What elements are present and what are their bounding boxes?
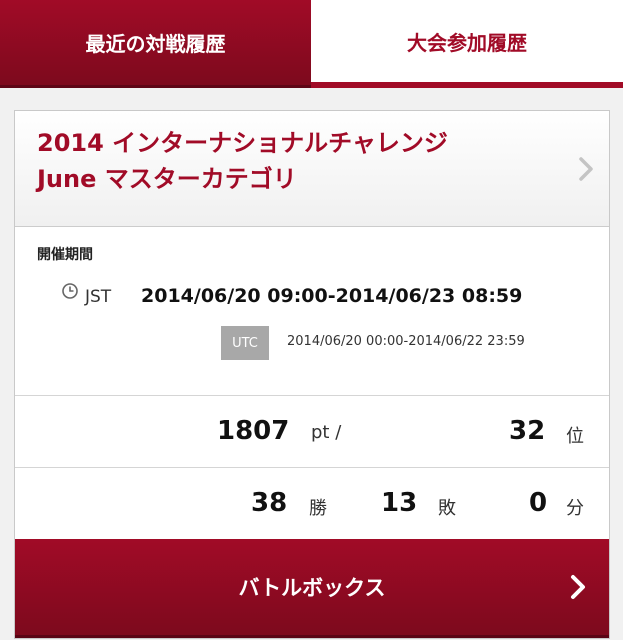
tournament-title-line1: 2014 インターナショナルチャレンジ: [37, 129, 448, 157]
rank-value: 32: [509, 416, 546, 446]
losses-value: 13: [381, 488, 418, 518]
chevron-right-icon: [579, 157, 593, 181]
rank-unit: 位: [566, 426, 584, 447]
chevron-right-icon: [571, 575, 585, 599]
wins-unit: 勝: [309, 498, 327, 519]
points-unit: pt /: [311, 422, 342, 443]
tab-recent-battles[interactable]: 最近の対戦履歴: [0, 0, 311, 88]
jst-label: JST: [85, 287, 112, 307]
win-loss-row: 38 勝 13 敗 0 分: [15, 467, 609, 540]
tournament-header-link[interactable]: 2014 インターナショナルチャレンジ June マスターカテゴリ: [15, 111, 609, 227]
utc-period: 2014/06/20 00:00-2014/06/22 23:59: [287, 334, 525, 349]
battle-box-button[interactable]: バトルボックス: [15, 539, 609, 638]
losses-unit: 敗: [438, 498, 456, 519]
battle-box-label: バトルボックス: [238, 576, 386, 600]
period-label: 開催期間: [37, 247, 93, 263]
points-rank-row: 1807 pt / 32 位: [15, 395, 609, 468]
utc-badge: UTC: [221, 326, 269, 360]
draws-value: 0: [529, 488, 548, 518]
tab-tournament-history[interactable]: 大会参加履歴: [311, 0, 623, 88]
tournament-title-line2: June マスターカテゴリ: [37, 165, 297, 193]
tab-recent-battles-label: 最近の対戦履歴: [85, 32, 226, 56]
tab-tournament-history-label: 大会参加履歴: [407, 30, 527, 55]
tournament-title: 2014 インターナショナルチャレンジ June マスターカテゴリ: [37, 125, 557, 197]
clock-icon: [62, 283, 78, 299]
jst-period: 2014/06/20 09:00-2014/06/23 08:59: [141, 285, 523, 307]
points-value: 1807: [217, 416, 290, 446]
tab-bar: 最近の対戦履歴 大会参加履歴: [0, 0, 623, 88]
draws-unit: 分: [566, 498, 584, 519]
wins-value: 38: [251, 488, 288, 518]
tournament-card: 2014 インターナショナルチャレンジ June マスターカテゴリ 開催期間 J…: [14, 110, 610, 639]
